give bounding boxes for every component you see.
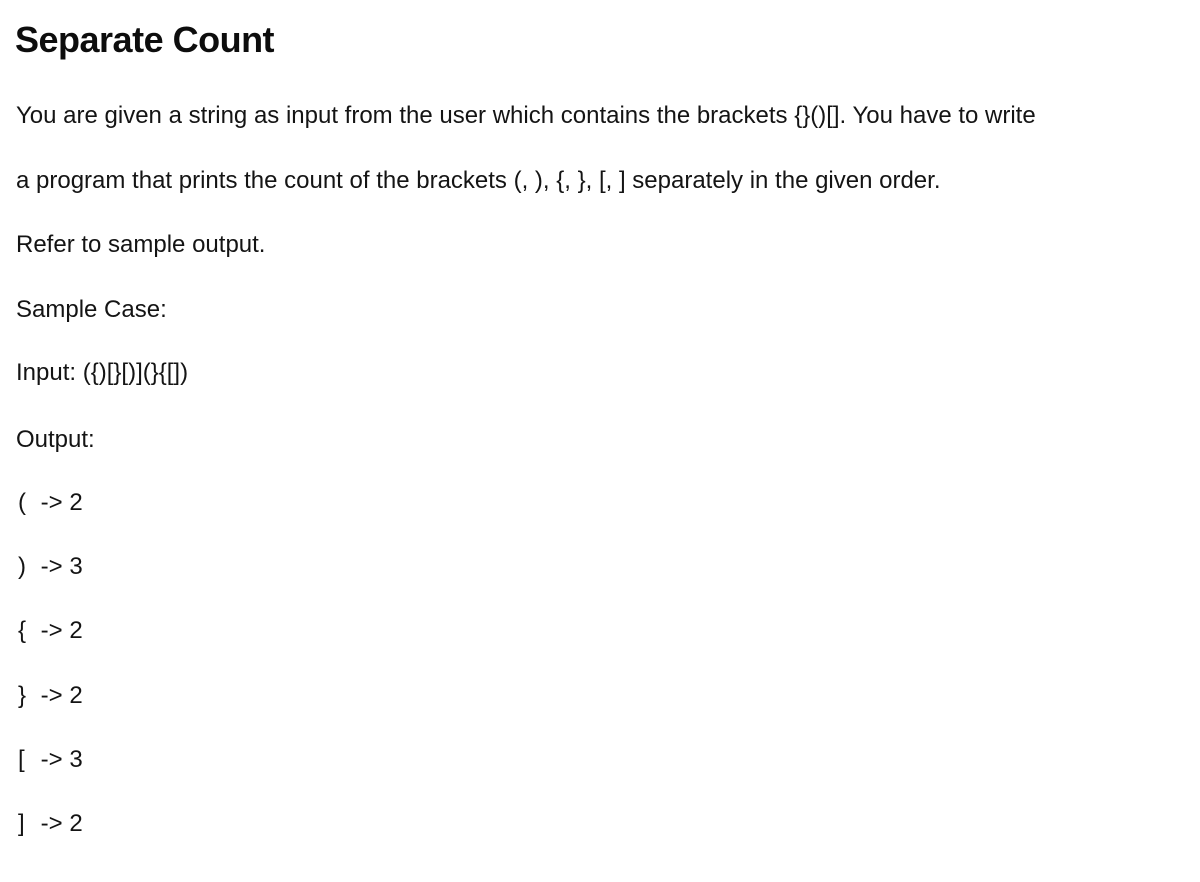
output-line: ] -> 2 [18, 809, 83, 839]
output-symbol: ] [18, 810, 25, 837]
output-arrow: -> [40, 617, 63, 644]
output-arrow: -> [40, 489, 63, 516]
output-arrow: -> [40, 746, 63, 773]
sample-input-value: ({)[}[)](}{[]) [82, 359, 189, 386]
output-arrow: -> [40, 553, 63, 580]
output-arrow: -> [40, 682, 63, 709]
output-count: 3 [69, 553, 83, 580]
output-count: 2 [69, 617, 83, 644]
sample-input-label: Input: [16, 359, 77, 386]
output-arrow: -> [40, 810, 63, 837]
sample-case-heading: Sample Case: [16, 296, 167, 323]
output-symbol: { [18, 617, 27, 644]
output-count: 2 [69, 682, 83, 709]
output-symbol: [ [18, 746, 25, 773]
output-count: 2 [69, 810, 83, 837]
output-symbol: ( [18, 489, 26, 516]
description-line-2: a program that prints the count of the b… [16, 167, 941, 194]
output-symbol: ) [18, 553, 26, 580]
description-line-1: You are given a string as input from the… [16, 102, 1036, 129]
page-title: Separate Count [15, 19, 275, 60]
output-line: } -> 2 [18, 681, 83, 711]
description-line-3: Refer to sample output. [16, 231, 266, 258]
output-line: { -> 2 [18, 616, 83, 646]
output-count: 2 [69, 489, 83, 516]
output-line: ) -> 3 [18, 552, 83, 582]
output-line: [ -> 3 [18, 745, 83, 775]
output-count: 3 [69, 746, 83, 773]
output-line: ( -> 2 [18, 488, 83, 518]
sample-output-label: Output: [16, 426, 95, 453]
sample-input: Input: ({)[}[)](}{[]) [16, 358, 188, 388]
output-symbol: } [18, 682, 27, 709]
